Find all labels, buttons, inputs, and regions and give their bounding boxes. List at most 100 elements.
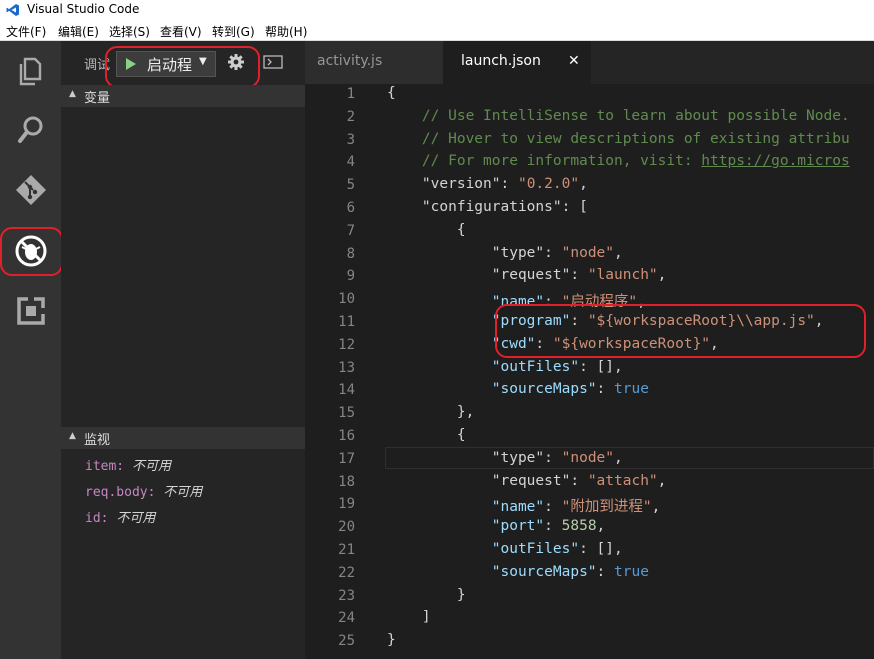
line-number: 12 bbox=[338, 337, 355, 353]
code-line: "sourceMaps": true bbox=[491, 564, 649, 580]
menu-help[interactable]: 帮助(H) bbox=[265, 23, 307, 40]
watch-section-header[interactable]: ▲ 监视 bbox=[61, 427, 305, 449]
code-string: "附加到进程" bbox=[561, 499, 652, 515]
close-icon[interactable]: ✕ bbox=[568, 53, 580, 69]
code-line: "type": "node", bbox=[491, 450, 623, 466]
code-line: { bbox=[387, 85, 396, 101]
code-boolean: true bbox=[614, 564, 649, 580]
variables-section-header[interactable]: ▲ 变量 bbox=[61, 85, 305, 107]
code-string: "0.2.0" bbox=[517, 176, 580, 192]
code-line: "type": "node", bbox=[491, 245, 623, 261]
code-editor[interactable]: 1 2 3 4 5 6 7 8 9 10 11 12 13 14 15 16 1… bbox=[305, 84, 874, 659]
watch-value: 不可用 bbox=[116, 511, 156, 526]
search-icon[interactable] bbox=[13, 112, 49, 148]
code-line: "sourceMaps": true bbox=[491, 381, 649, 397]
code-string: "attach" bbox=[587, 473, 658, 489]
code-line: ] bbox=[387, 609, 431, 625]
tab-label: activity.js bbox=[317, 53, 383, 69]
play-icon[interactable] bbox=[125, 57, 137, 71]
tab-label: launch.json bbox=[461, 53, 541, 69]
menu-go[interactable]: 转到(G) bbox=[212, 23, 255, 40]
terminal-icon[interactable] bbox=[263, 55, 283, 69]
watch-item[interactable]: id: 不可用 bbox=[85, 507, 155, 526]
watch-item[interactable]: req.body: 不可用 bbox=[85, 481, 202, 500]
extensions-icon[interactable] bbox=[13, 293, 49, 329]
git-icon[interactable] bbox=[13, 172, 49, 208]
code-key: "outFiles" bbox=[491, 359, 580, 375]
tab-activity-js[interactable]: activity.js bbox=[305, 41, 443, 84]
line-number: 17 bbox=[338, 451, 355, 467]
line-number: 5 bbox=[346, 177, 355, 193]
debug-config-name: 启动程 bbox=[147, 56, 193, 74]
title-bar: Visual Studio Code bbox=[0, 0, 874, 21]
line-number: 8 bbox=[346, 246, 355, 262]
watch-value: 不可用 bbox=[131, 459, 171, 474]
watch-expression: req.body: bbox=[85, 485, 156, 500]
line-number: 3 bbox=[346, 132, 355, 148]
code-line: } bbox=[387, 587, 466, 603]
code-key: "port" bbox=[491, 518, 545, 534]
debug-config-select[interactable]: 启动程 ▼ bbox=[116, 51, 216, 77]
line-number: 14 bbox=[338, 382, 355, 398]
code-string: "node" bbox=[561, 450, 615, 466]
code-line: // Hover to view descriptions of existin… bbox=[387, 131, 850, 147]
watch-expression: item: bbox=[85, 459, 125, 474]
code-line: } bbox=[387, 632, 396, 648]
line-number: 22 bbox=[338, 565, 355, 581]
menu-file[interactable]: 文件(F) bbox=[6, 23, 46, 40]
code-line: { bbox=[387, 427, 466, 443]
tab-launch-json[interactable]: launch.json ✕ bbox=[443, 41, 591, 84]
line-number: 18 bbox=[338, 474, 355, 490]
menu-bar: 文件(F) 编辑(E) 选择(S) 查看(V) 转到(G) 帮助(H) bbox=[0, 21, 874, 41]
chevron-down-icon: ▼ bbox=[199, 56, 207, 67]
line-number: 6 bbox=[346, 200, 355, 216]
code-line: "program": "${workspaceRoot}\\app.js", bbox=[491, 313, 824, 329]
watch-item[interactable]: item: 不可用 bbox=[85, 455, 171, 474]
code-line: "request": "launch", bbox=[491, 267, 667, 283]
code-string: "${workspaceRoot}\\app.js" bbox=[587, 313, 815, 329]
code-line: "port": 5858, bbox=[491, 518, 606, 534]
code-key: "sourceMaps" bbox=[491, 564, 597, 580]
debug-icon[interactable] bbox=[13, 233, 49, 269]
debug-label: 调试 bbox=[84, 58, 111, 73]
vscode-logo-icon bbox=[6, 4, 19, 16]
code-key: "name" bbox=[491, 499, 545, 515]
line-number: 1 bbox=[346, 86, 355, 102]
code-string: "启动程序" bbox=[561, 294, 638, 310]
line-number: 16 bbox=[338, 428, 355, 444]
line-number: 20 bbox=[338, 519, 355, 535]
line-number: 11 bbox=[338, 314, 355, 330]
watch-expression: id: bbox=[85, 511, 109, 526]
gear-icon[interactable] bbox=[227, 53, 245, 71]
line-number: 2 bbox=[346, 109, 355, 125]
code-key: "configurations" bbox=[421, 199, 562, 215]
debug-sidebar: 调试 启动程 ▼ ▲ 变量 ▲ 监视 item: 不可用 req.body: 不… bbox=[61, 41, 305, 659]
line-number: 10 bbox=[338, 291, 355, 307]
line-number: 25 bbox=[338, 633, 355, 649]
line-number: 15 bbox=[338, 405, 355, 421]
code-key: "cwd" bbox=[491, 336, 536, 352]
line-number: 7 bbox=[346, 223, 355, 239]
window-title: Visual Studio Code bbox=[27, 2, 140, 16]
editor-tab-bar: activity.js launch.json ✕ bbox=[305, 41, 874, 84]
code-key: "outFiles" bbox=[491, 541, 580, 557]
line-number: 4 bbox=[346, 154, 355, 170]
code-key: "program" bbox=[491, 313, 571, 329]
menu-selection[interactable]: 选择(S) bbox=[109, 23, 150, 40]
collapse-triangle-icon: ▲ bbox=[69, 89, 76, 99]
code-comment: // Use IntelliSense to learn about possi… bbox=[421, 108, 850, 124]
code-line: "outFiles": [], bbox=[491, 359, 623, 375]
files-icon[interactable] bbox=[13, 53, 49, 89]
code-key: "name" bbox=[491, 294, 545, 310]
code-key: "version" bbox=[421, 176, 501, 192]
code-link[interactable]: https://go.micros bbox=[701, 153, 849, 169]
code-line: { bbox=[387, 222, 466, 238]
collapse-triangle-icon: ▲ bbox=[69, 431, 76, 441]
line-number: 19 bbox=[338, 496, 355, 512]
menu-edit[interactable]: 编辑(E) bbox=[58, 23, 99, 40]
watch-title: 监视 bbox=[84, 433, 111, 448]
code-line: "name": "启动程序", bbox=[491, 294, 646, 310]
menu-view[interactable]: 查看(V) bbox=[160, 23, 202, 40]
code-line: }, bbox=[387, 404, 475, 420]
code-line: "name": "附加到进程", bbox=[491, 499, 661, 515]
